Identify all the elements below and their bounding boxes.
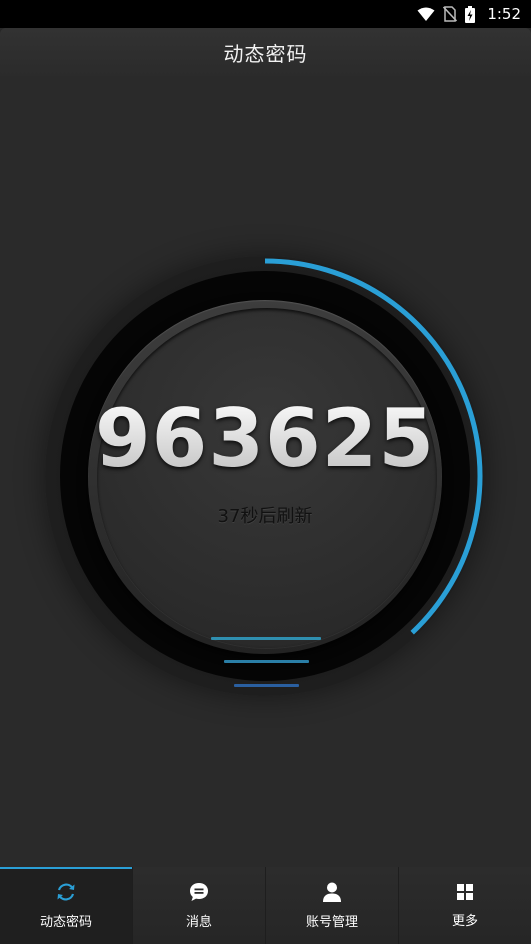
page-title: 动态密码 — [223, 41, 308, 66]
battery-charging-icon — [465, 5, 476, 23]
nav-item-dynamic-password[interactable]: 动态密码 — [0, 867, 133, 944]
grid-icon — [457, 884, 473, 900]
decorative-bar — [211, 637, 321, 640]
no-sim-icon — [443, 6, 458, 22]
nav-label: 动态密码 — [39, 915, 92, 930]
status-time: 1:52 — [487, 5, 521, 23]
nav-item-messages[interactable]: 消息 — [133, 867, 266, 944]
decorative-bar — [224, 660, 309, 663]
wifi-icon — [417, 7, 435, 21]
token-dial: 963625 37秒后刷新 — [35, 246, 495, 706]
nav-label: 更多 — [451, 914, 478, 929]
status-bar: 1:52 — [0, 0, 531, 28]
decorative-bar — [234, 684, 299, 687]
decorative-bars — [35, 246, 495, 706]
nav-label: 消息 — [185, 915, 212, 930]
refresh-icon — [57, 883, 75, 901]
nav-label: 账号管理 — [305, 915, 358, 930]
main-content: 963625 37秒后刷新 — [0, 76, 531, 867]
bottom-navigation: 动态密码 消息 账号管理 更多 — [0, 867, 531, 944]
app-header: 动态密码 — [0, 28, 531, 76]
nav-item-account-management[interactable]: 账号管理 — [266, 867, 399, 944]
message-icon — [190, 883, 208, 901]
person-icon — [323, 882, 341, 902]
nav-item-more[interactable]: 更多 — [399, 867, 531, 944]
